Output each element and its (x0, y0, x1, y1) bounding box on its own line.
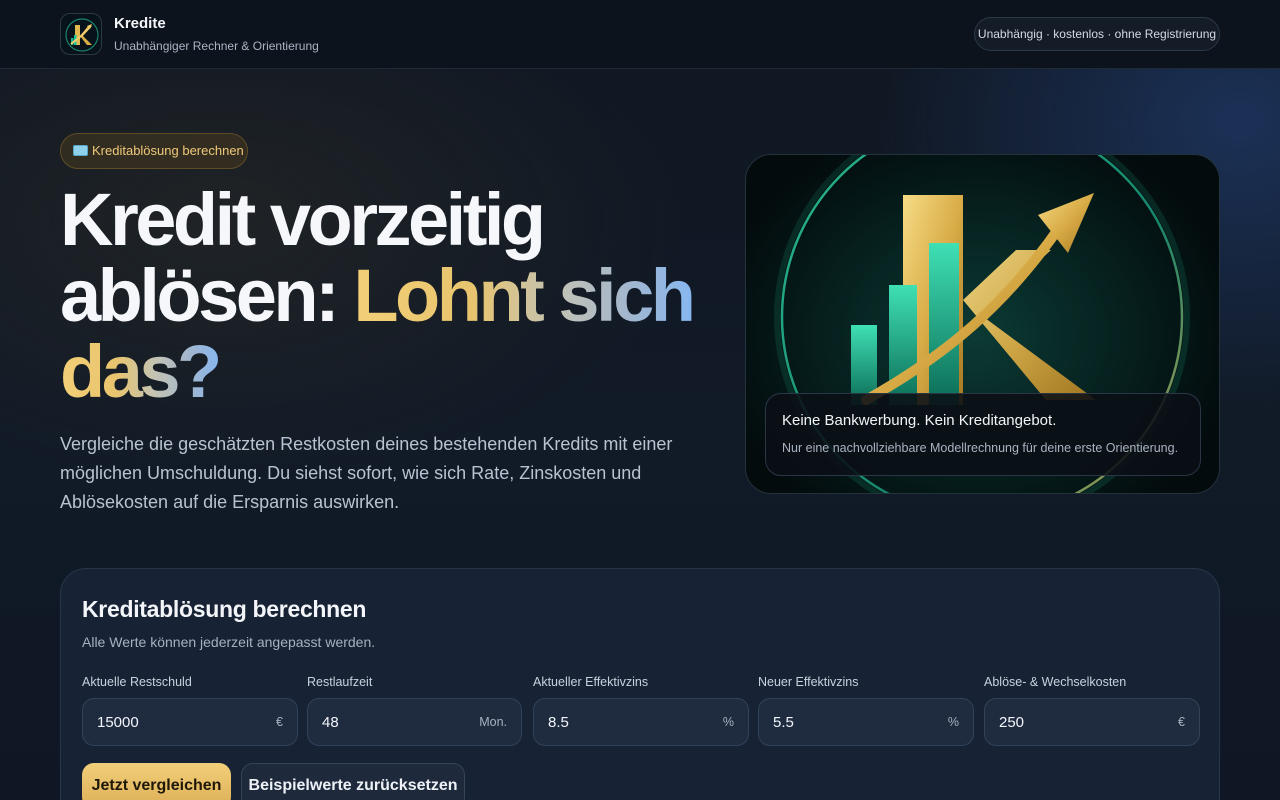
calculator-title: Kreditablösung berechnen (82, 596, 367, 622)
banknote-icon (73, 145, 88, 156)
hero-description: Vergleiche die geschätzten Restkosten de… (60, 434, 673, 512)
field-unit: Mon. (479, 715, 507, 729)
reset-example-button[interactable]: Beispielwerte zurücksetzen (241, 763, 465, 800)
field-unit: % (947, 715, 959, 729)
field-box: % (533, 698, 749, 746)
field-label: Restlaufzeit (307, 675, 373, 689)
field-abloesekosten: Ablöse- & Wechselkosten € (984, 675, 1200, 746)
hero-title: Kredit vorzeitig ablösen: Lohnt sich das… (60, 182, 700, 410)
field-box: € (984, 698, 1200, 746)
hero-image: Keine Bankwerbung. Kein Kreditangebot. N… (745, 154, 1220, 494)
aktueller-zins-input[interactable] (534, 699, 748, 745)
section-pill: Kreditablösung berechnen (60, 133, 248, 169)
field-neuer-zins: Neuer Effektivzins % (758, 675, 974, 746)
pill-label: Kreditablösung berechnen (92, 143, 244, 158)
hero-title-line1: Kredit vorzeitig (60, 178, 546, 261)
image-caption-title: Keine Bankwerbung. Kein Kreditangebot. (782, 412, 1057, 429)
field-label: Neuer Effektivzins (758, 675, 859, 689)
brand-logo-icon[interactable] (60, 13, 102, 55)
brand-name[interactable]: Kredite (114, 15, 166, 32)
top-bar: Kredite Unabhängiger Rechner & Orientier… (0, 0, 1280, 69)
calculator-card: Kreditablösung berechnen Alle Werte könn… (60, 568, 1220, 800)
field-restschuld: Aktuelle Restschuld € (82, 675, 298, 746)
neuer-zins-input[interactable] (759, 699, 973, 745)
field-box: % (758, 698, 974, 746)
image-caption-subtitle: Nur eine nachvollziehbare Modellrechnung… (782, 441, 1179, 455)
field-aktueller-zins: Aktueller Effektivzins % (533, 675, 749, 746)
image-caption: Keine Bankwerbung. Kein Kreditangebot. N… (765, 393, 1201, 476)
field-label: Aktuelle Restschuld (82, 675, 192, 689)
field-box: € (82, 698, 298, 746)
abloesekosten-input[interactable] (985, 699, 1199, 745)
calculator-subtitle: Alle Werte können jederzeit angepasst we… (82, 634, 376, 650)
field-unit: € (1178, 715, 1185, 729)
field-box: Mon. (307, 698, 522, 746)
compare-button[interactable]: Jetzt vergleichen (82, 763, 231, 800)
brand-tagline: Unabhängiger Rechner & Orientierung (114, 39, 319, 53)
field-label: Aktueller Effektivzins (533, 675, 649, 689)
field-unit: € (276, 715, 283, 729)
hero-title-highlight: Lohnt sich (353, 254, 696, 337)
field-unit: % (722, 715, 734, 729)
hero-title-line2: ablösen: (60, 254, 354, 337)
restschuld-input[interactable] (83, 699, 297, 745)
header-badge: Unabhängig · kostenlos · ohne Registrier… (974, 17, 1220, 51)
field-restlaufzeit: Restlaufzeit Mon. (307, 675, 522, 746)
hero-title-question: das? (60, 330, 222, 413)
field-label: Ablöse- & Wechselkosten (984, 675, 1127, 689)
